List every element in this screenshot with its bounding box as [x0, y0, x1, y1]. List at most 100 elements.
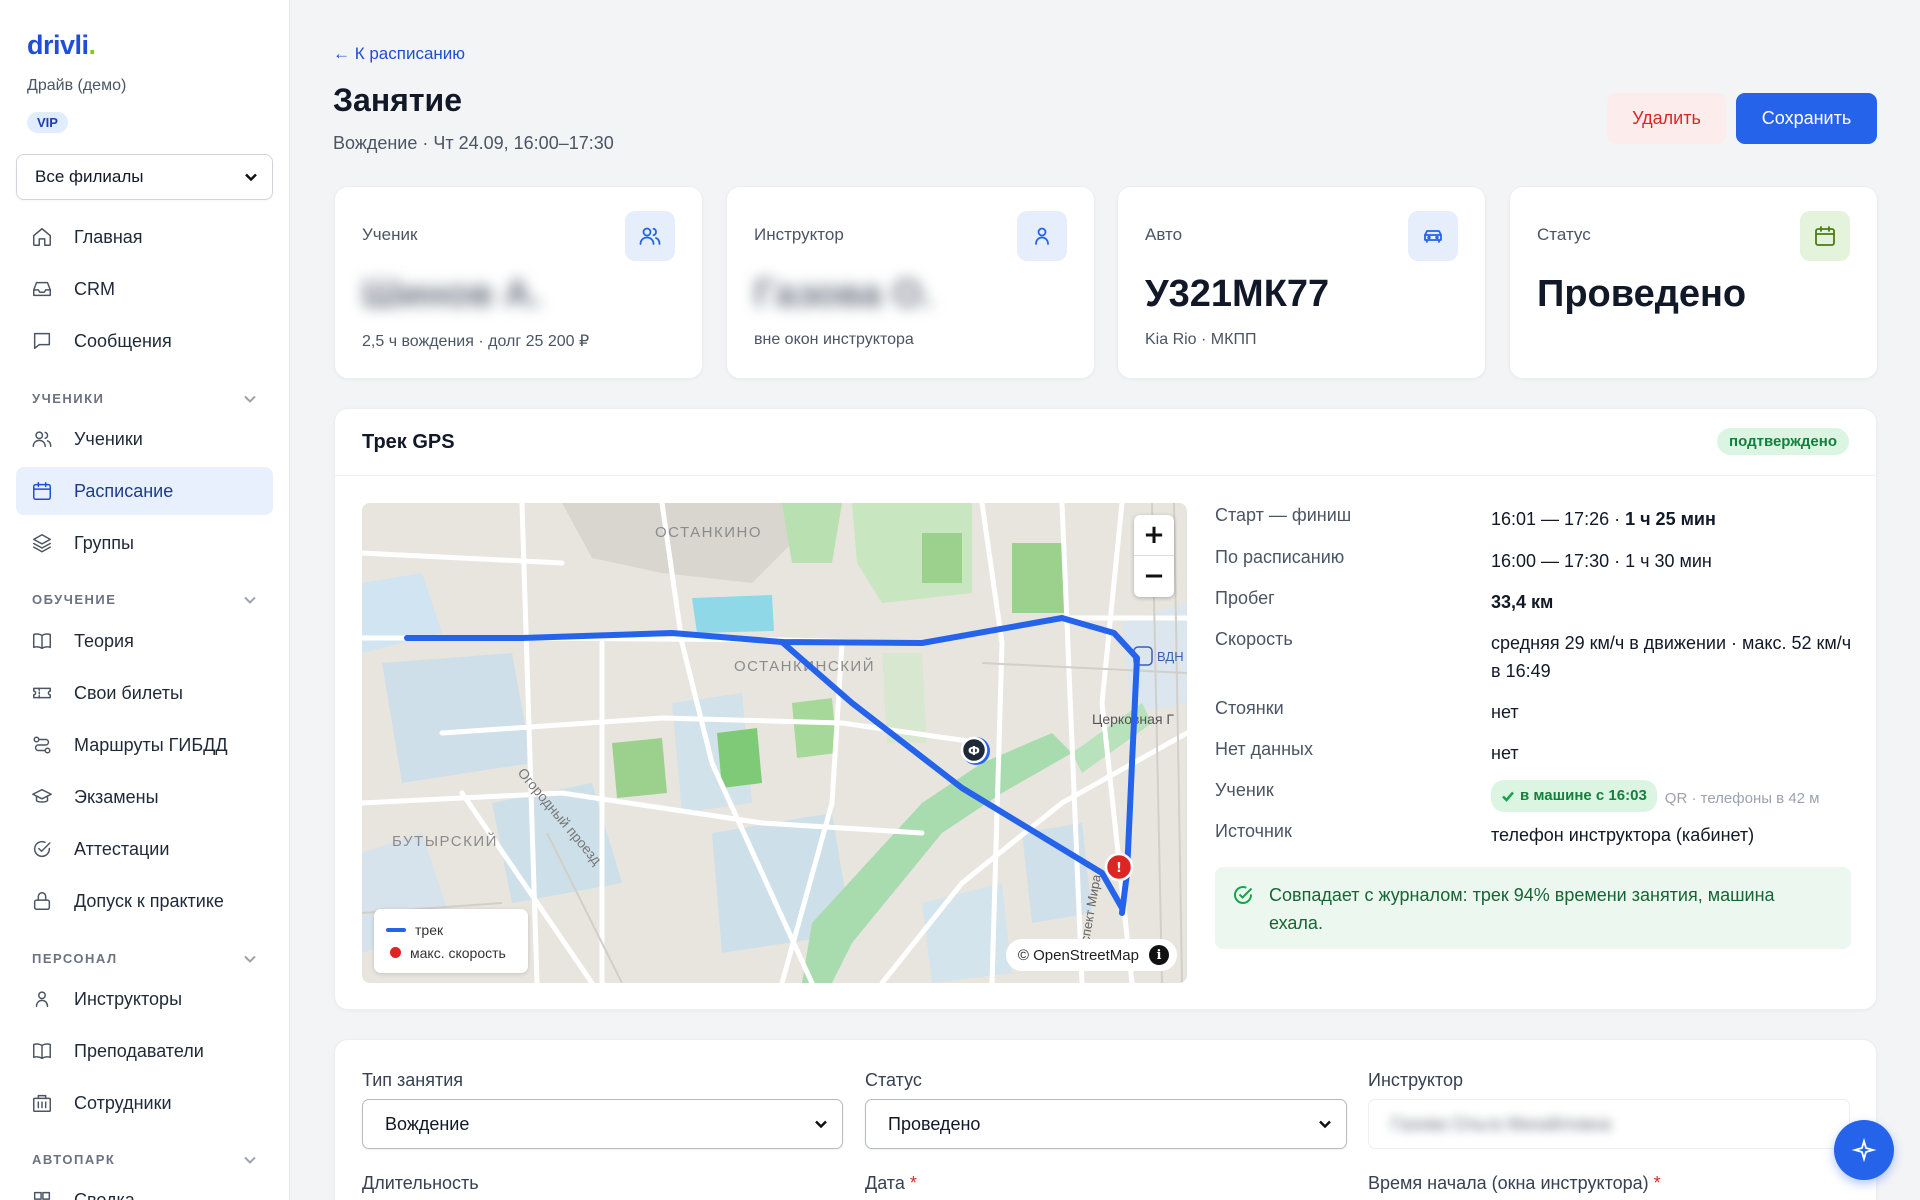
- zoom-out-button[interactable]: −: [1134, 556, 1174, 596]
- attribution-text: © OpenStreetMap: [1017, 946, 1139, 964]
- book-icon: [30, 629, 54, 653]
- car-card[interactable]: Авто У321МК77 Kia Rio · МКПП: [1117, 186, 1486, 379]
- map-zoom-control: + −: [1134, 515, 1174, 597]
- info-value: 16:01 — 17:26 · 1 ч 25 мин: [1491, 509, 1716, 529]
- sidebar-item-students[interactable]: Ученики: [16, 415, 273, 463]
- sidebar-item-schedule[interactable]: Расписание: [16, 467, 273, 515]
- map-attribution[interactable]: © OpenStreetMap i: [1005, 939, 1177, 971]
- info-key: Ученик: [1215, 780, 1274, 800]
- lesson-type-select[interactable]: Вождение: [362, 1099, 843, 1149]
- card-label: Инструктор: [754, 225, 844, 244]
- sidebar-item-label: CRM: [74, 278, 115, 299]
- instructor-card[interactable]: Инструктор Газова О. вне окон инструктор…: [726, 186, 1095, 379]
- instructor-select[interactable]: Газова Ольга Михайловна: [1368, 1099, 1850, 1149]
- delete-button[interactable]: Удалить: [1607, 93, 1726, 144]
- assistant-fab[interactable]: [1834, 1120, 1894, 1180]
- section-fleet[interactable]: АВТОПАРК: [32, 1152, 257, 1167]
- info-value: средняя 29 км/ч в движении · макс. 52 км…: [1491, 633, 1852, 681]
- home-icon: [30, 225, 54, 249]
- info-key: Пробег: [1215, 588, 1275, 608]
- chevron-down-icon: [244, 1156, 256, 1164]
- map-label-butyrsky: БУТЫРСКИЙ: [392, 832, 498, 850]
- card-label: Авто: [1145, 225, 1183, 244]
- ticket-icon: [30, 681, 54, 705]
- status-badge: подтверждено: [1717, 428, 1849, 455]
- sidebar-item-exams[interactable]: Экзамены: [16, 773, 273, 821]
- section-label: ОБУЧЕНИЕ: [32, 592, 117, 607]
- page-subtitle: Вождение · Чт 24.09, 16:00–17:30: [333, 133, 614, 153]
- sidebar-item-groups[interactable]: Группы: [16, 519, 273, 567]
- users-icon: [625, 211, 675, 261]
- sidebar-item-fleet-summary[interactable]: Сводка: [16, 1176, 273, 1200]
- back-to-schedule-link[interactable]: ← К расписанию: [333, 44, 465, 64]
- section-students[interactable]: УЧЕНИКИ: [32, 391, 257, 406]
- select-value: Газова Ольга Михайловна: [1391, 1113, 1611, 1134]
- car-model: Kia Rio · МКПП: [1145, 331, 1257, 348]
- info-value: 16:00 — 17:30 · 1 ч 30 мин: [1491, 551, 1712, 571]
- legend-item-track: трек: [386, 918, 516, 941]
- sidebar-item-teachers[interactable]: Преподаватели: [16, 1027, 273, 1075]
- layers-icon: [30, 531, 54, 555]
- sidebar-item-label: Допуск к практике: [74, 890, 224, 911]
- sidebar-item-label: Главная: [74, 226, 143, 247]
- sidebar-item-theory[interactable]: Теория: [16, 617, 273, 665]
- info-key: Стоянки: [1215, 698, 1284, 718]
- car-icon: [1408, 211, 1458, 261]
- duration-label: Длительность: [362, 1173, 479, 1193]
- select-value: Вождение: [385, 1113, 470, 1134]
- user-icon: [30, 987, 54, 1011]
- status-select[interactable]: Проведено: [865, 1099, 1347, 1149]
- info-key: Старт — финиш: [1215, 505, 1352, 525]
- journal-match-notice: Совпадает с журналом: трек 94% времени з…: [1215, 867, 1851, 949]
- sidebar-item-messages[interactable]: Сообщения: [16, 317, 273, 365]
- sidebar-item-practice-access[interactable]: Допуск к практике: [16, 877, 273, 925]
- sidebar-item-label: Преподаватели: [74, 1040, 204, 1061]
- sidebar-item-tickets[interactable]: Свои билеты: [16, 669, 273, 717]
- section-staff[interactable]: ПЕРСОНАЛ: [32, 951, 257, 966]
- info-value: телефон инструктора (кабинет): [1491, 825, 1755, 845]
- date-label: Дата *: [865, 1173, 917, 1193]
- sidebar-item-label: Сводка: [74, 1189, 135, 1200]
- info-icon[interactable]: i: [1149, 945, 1169, 965]
- student-in-car-chip: в машине с 16:03: [1491, 780, 1657, 812]
- instructor-name: Газова О.: [754, 273, 933, 315]
- track-swatch: [386, 927, 406, 932]
- car-plate: У321МК77: [1145, 273, 1330, 315]
- sidebar-item-employees[interactable]: Сотрудники: [16, 1079, 273, 1127]
- section-education[interactable]: ОБУЧЕНИЕ: [32, 592, 257, 607]
- sidebar-item-attestations[interactable]: Аттестации: [16, 825, 273, 873]
- track-map[interactable]: ОСТАНКИНО ОСТАНКИНСКИЙ БУТЫРСКИЙ Огородн…: [362, 503, 1187, 983]
- info-row-speed: Скорость средняя 29 км/ч в движении · ма…: [1215, 629, 1855, 685]
- page-title: Занятие: [333, 82, 462, 118]
- sidebar-item-crm[interactable]: CRM: [16, 265, 273, 313]
- book-open-icon: [30, 1039, 54, 1063]
- map-legend: трек макс. скорость: [374, 909, 528, 973]
- section-label: УЧЕНИКИ: [32, 391, 105, 406]
- info-value: нет: [1491, 743, 1519, 763]
- sidebar-item-instructors[interactable]: Инструкторы: [16, 975, 273, 1023]
- instructor-label: Инструктор: [1368, 1070, 1464, 1090]
- calendar-icon: [30, 479, 54, 503]
- sidebar-item-label: Группы: [74, 532, 134, 553]
- sidebar-item-label: Теория: [74, 630, 134, 651]
- sidebar-item-label: Свои билеты: [74, 682, 183, 703]
- lock-icon: [30, 889, 54, 913]
- sidebar-item-label: Экзамены: [74, 786, 159, 807]
- map-label-ostankino: ОСТАНКИНО: [655, 524, 762, 541]
- student-card[interactable]: Ученик Шинов А. 2,5 ч вождения · долг 25…: [334, 186, 703, 379]
- start-time-label: Время начала (окна инструктора) *: [1368, 1173, 1661, 1193]
- sidebar-item-label: Инструкторы: [74, 988, 183, 1009]
- user-icon: [1017, 211, 1067, 261]
- chevron-down-icon: [245, 173, 257, 182]
- branch-select[interactable]: Все филиалы: [16, 154, 273, 200]
- sidebar-item-home[interactable]: Главная: [16, 213, 273, 261]
- info-value: 33,4 км: [1491, 592, 1554, 612]
- zoom-in-button[interactable]: +: [1134, 515, 1174, 555]
- sidebar-item-label: Расписание: [74, 480, 174, 501]
- sidebar-item-routes[interactable]: Маршруты ГИБДД: [16, 721, 273, 769]
- sidebar-item-label: Маршруты ГИБДД: [74, 734, 228, 755]
- student-detection-note: QR · телефоны в 42 м: [1664, 790, 1820, 807]
- save-button[interactable]: Сохранить: [1736, 93, 1877, 144]
- logo[interactable]: drivli.: [27, 30, 96, 61]
- check-circle-icon: [30, 837, 54, 861]
